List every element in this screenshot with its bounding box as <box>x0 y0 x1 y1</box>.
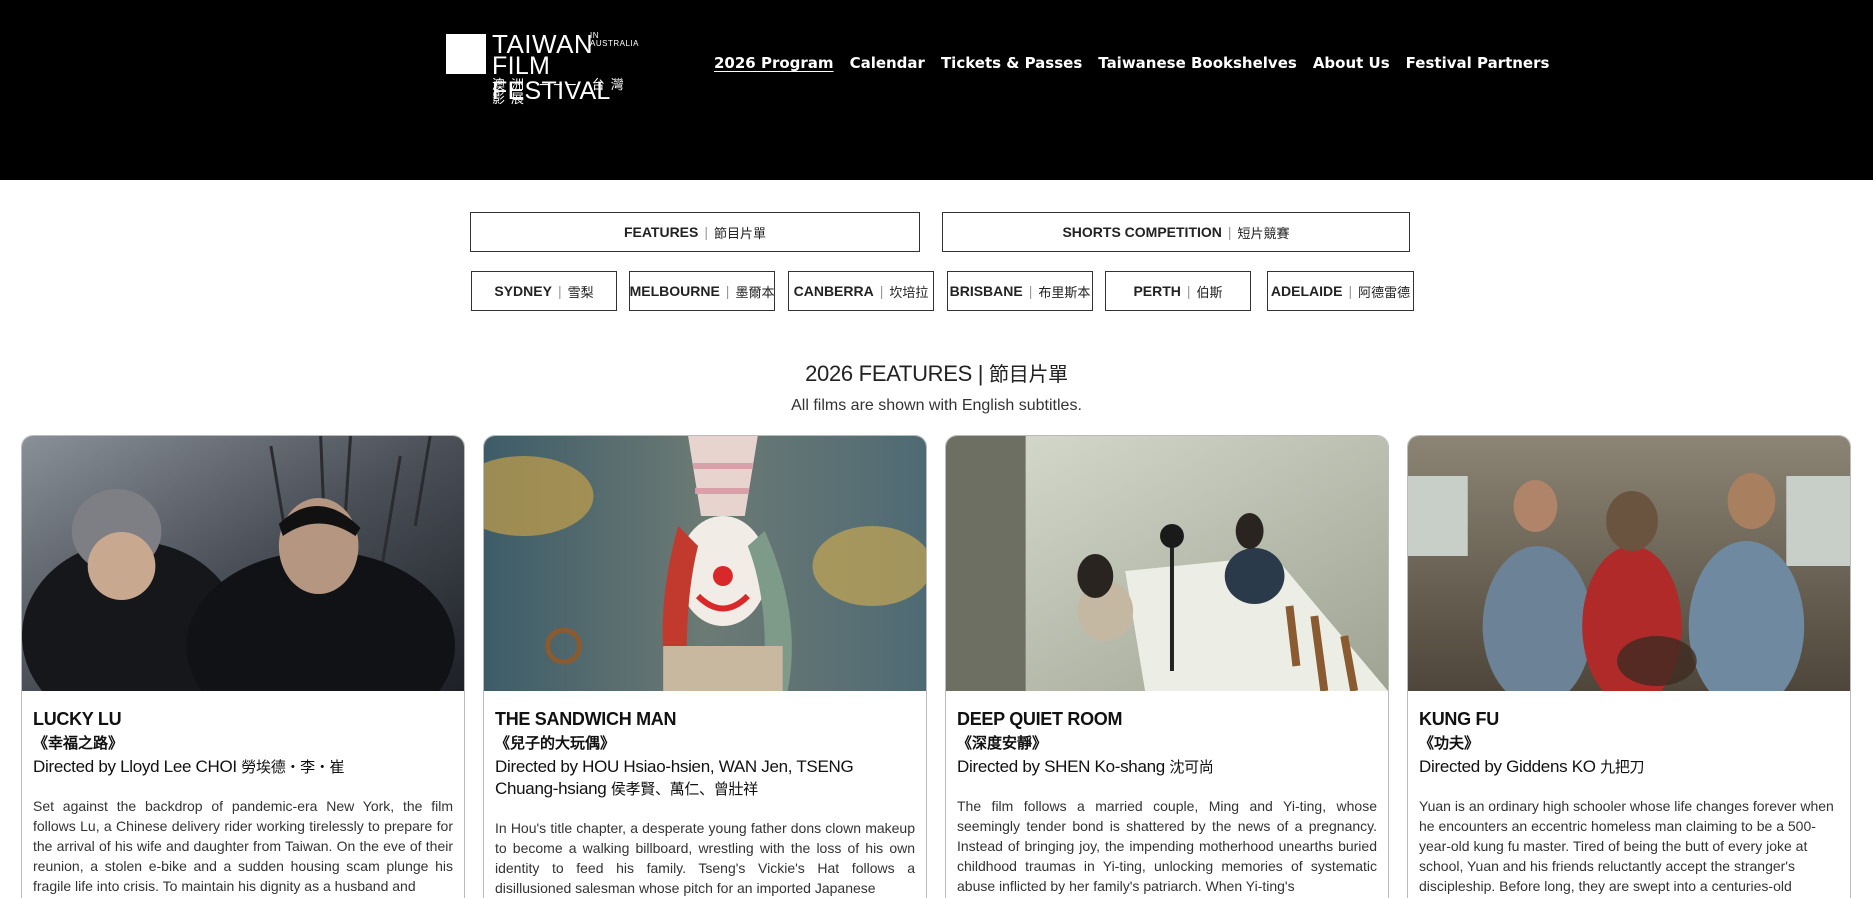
section-title-en: 2026 FEATURES | <box>805 361 984 386</box>
film-director-zh: 九把刀 <box>1600 758 1645 776</box>
film-director: Directed by Lloyd Lee CHOI 勞埃德・李・崔 <box>33 756 453 778</box>
city-label: MELBOURNE <box>629 283 720 299</box>
nav-tickets-passes[interactable]: Tickets & Passes <box>941 54 1082 72</box>
logo-square-mark <box>446 34 486 74</box>
city-label-zh: 雪梨 <box>567 285 594 301</box>
city-label-zh: 阿德雷德 <box>1358 285 1411 301</box>
film-description: In Hou's title chapter, a desperate youn… <box>495 820 915 896</box>
film-director: Directed by Giddens KO 九把刀 <box>1419 756 1839 778</box>
film-title-zh: 《深度安靜》 <box>957 734 1048 752</box>
nav-2026-program[interactable]: 2026 Program <box>714 54 834 72</box>
city-label: PERTH <box>1133 283 1181 299</box>
film-description: Set against the backdrop of pandemic-era… <box>33 798 453 894</box>
logo-text-in-australia: IN AUSTRALIA <box>590 31 639 48</box>
film-still-image <box>484 436 926 691</box>
film-director-en: Directed by Giddens KO <box>1419 757 1596 776</box>
film-title-zh: 《幸福之路》 <box>33 734 124 752</box>
section-title-zh: 節目片單 <box>989 362 1068 386</box>
city-button-canberra[interactable]: CANBERRA | 坎培拉 <box>788 271 934 311</box>
city-button-sydney[interactable]: SYDNEY | 雪梨 <box>471 271 617 311</box>
section-subtitle: All films are shown with English subtitl… <box>791 397 1082 414</box>
logo-text-chinese: 澳洲 ─── 台灣影展 <box>492 78 630 107</box>
city-button-melbourne[interactable]: MELBOURNE | 墨爾本 <box>629 271 775 311</box>
festival-logo[interactable]: TAIWAN IN AUSTRALIA FILM FESTIVAL 澳洲 ─── … <box>446 28 646 107</box>
city-label-zh: 墨爾本 <box>735 285 775 301</box>
features-button[interactable]: FEATURES | 節目片單 <box>470 212 920 252</box>
nav-calendar[interactable]: Calendar <box>850 54 925 72</box>
film-title: DEEP QUIET ROOM <box>957 709 1123 729</box>
section-title: 2026 FEATURES | 節目片單 <box>0 358 1873 387</box>
film-title: THE SANDWICH MAN <box>495 709 677 729</box>
film-still-image <box>22 436 464 691</box>
film-card-lucky-lu[interactable]: LUCKY LU 《幸福之路》 Directed by Lloyd Lee CH… <box>21 435 465 898</box>
film-title: LUCKY LU <box>33 709 122 729</box>
film-director-en: Directed by Lloyd Lee CHOI <box>33 757 237 776</box>
city-label: BRISBANE <box>949 283 1023 299</box>
film-description: The film follows a married couple, Ming … <box>957 798 1377 894</box>
film-director: Directed by HOU Hsiao-hsien, WAN Jen, TS… <box>495 756 915 800</box>
city-label-zh: 伯斯 <box>1196 285 1223 301</box>
city-label: SYDNEY <box>494 283 552 299</box>
film-title-zh: 《功夫》 <box>1419 734 1480 752</box>
film-title-zh: 《兒子的大玩偶》 <box>495 734 616 752</box>
features-button-label-zh: 節目片單 <box>714 226 767 242</box>
film-director-zh: 沈可尚 <box>1169 758 1214 776</box>
film-director-zh: 侯孝賢、萬仁、曾壯祥 <box>610 780 758 798</box>
features-button-label: FEATURES <box>623 224 699 240</box>
shorts-button-label-zh: 短片競賽 <box>1237 226 1290 242</box>
nav-taiwanese-bookshelves[interactable]: Taiwanese Bookshelves <box>1098 54 1297 72</box>
film-director-zh: 勞埃德・李・崔 <box>241 758 345 776</box>
film-director: Directed by SHEN Ko-shang 沈可尚 <box>957 756 1377 778</box>
film-card-kung-fu[interactable]: KUNG FU 《功夫》 Directed by Giddens KO 九把刀 … <box>1407 435 1851 898</box>
city-label-zh: 坎培拉 <box>889 285 929 301</box>
nav-about-us[interactable]: About Us <box>1313 54 1390 72</box>
film-title: KUNG FU <box>1419 709 1499 729</box>
shorts-competition-button[interactable]: SHORTS COMPETITION | 短片競賽 <box>942 212 1410 252</box>
city-label-zh: 布里斯本 <box>1038 285 1091 301</box>
film-card-deep-quiet-room[interactable]: DEEP QUIET ROOM 《深度安靜》 Directed by SHEN … <box>945 435 1389 898</box>
site-header: TAIWAN IN AUSTRALIA FILM FESTIVAL 澳洲 ─── … <box>0 0 1873 180</box>
city-label: CANBERRA <box>793 283 874 299</box>
shorts-button-label: SHORTS COMPETITION <box>1062 224 1222 240</box>
nav-festival-partners[interactable]: Festival Partners <box>1406 54 1550 72</box>
main-nav: 2026 Program Calendar Tickets & Passes T… <box>714 54 1565 72</box>
film-card-the-sandwich-man[interactable]: THE SANDWICH MAN 《兒子的大玩偶》 Directed by HO… <box>483 435 927 898</box>
city-button-adelaide[interactable]: ADELAIDE | 阿德雷德 <box>1267 271 1414 311</box>
film-description: Yuan is an ordinary high schooler whose … <box>1419 798 1834 894</box>
film-still-image <box>946 436 1388 691</box>
city-button-perth[interactable]: PERTH | 伯斯 <box>1105 271 1251 311</box>
city-label: ADELAIDE <box>1270 283 1343 299</box>
film-still-image <box>1408 436 1850 691</box>
film-director-en: Directed by SHEN Ko-shang <box>957 757 1165 776</box>
city-button-brisbane[interactable]: BRISBANE | 布里斯本 <box>947 271 1093 311</box>
